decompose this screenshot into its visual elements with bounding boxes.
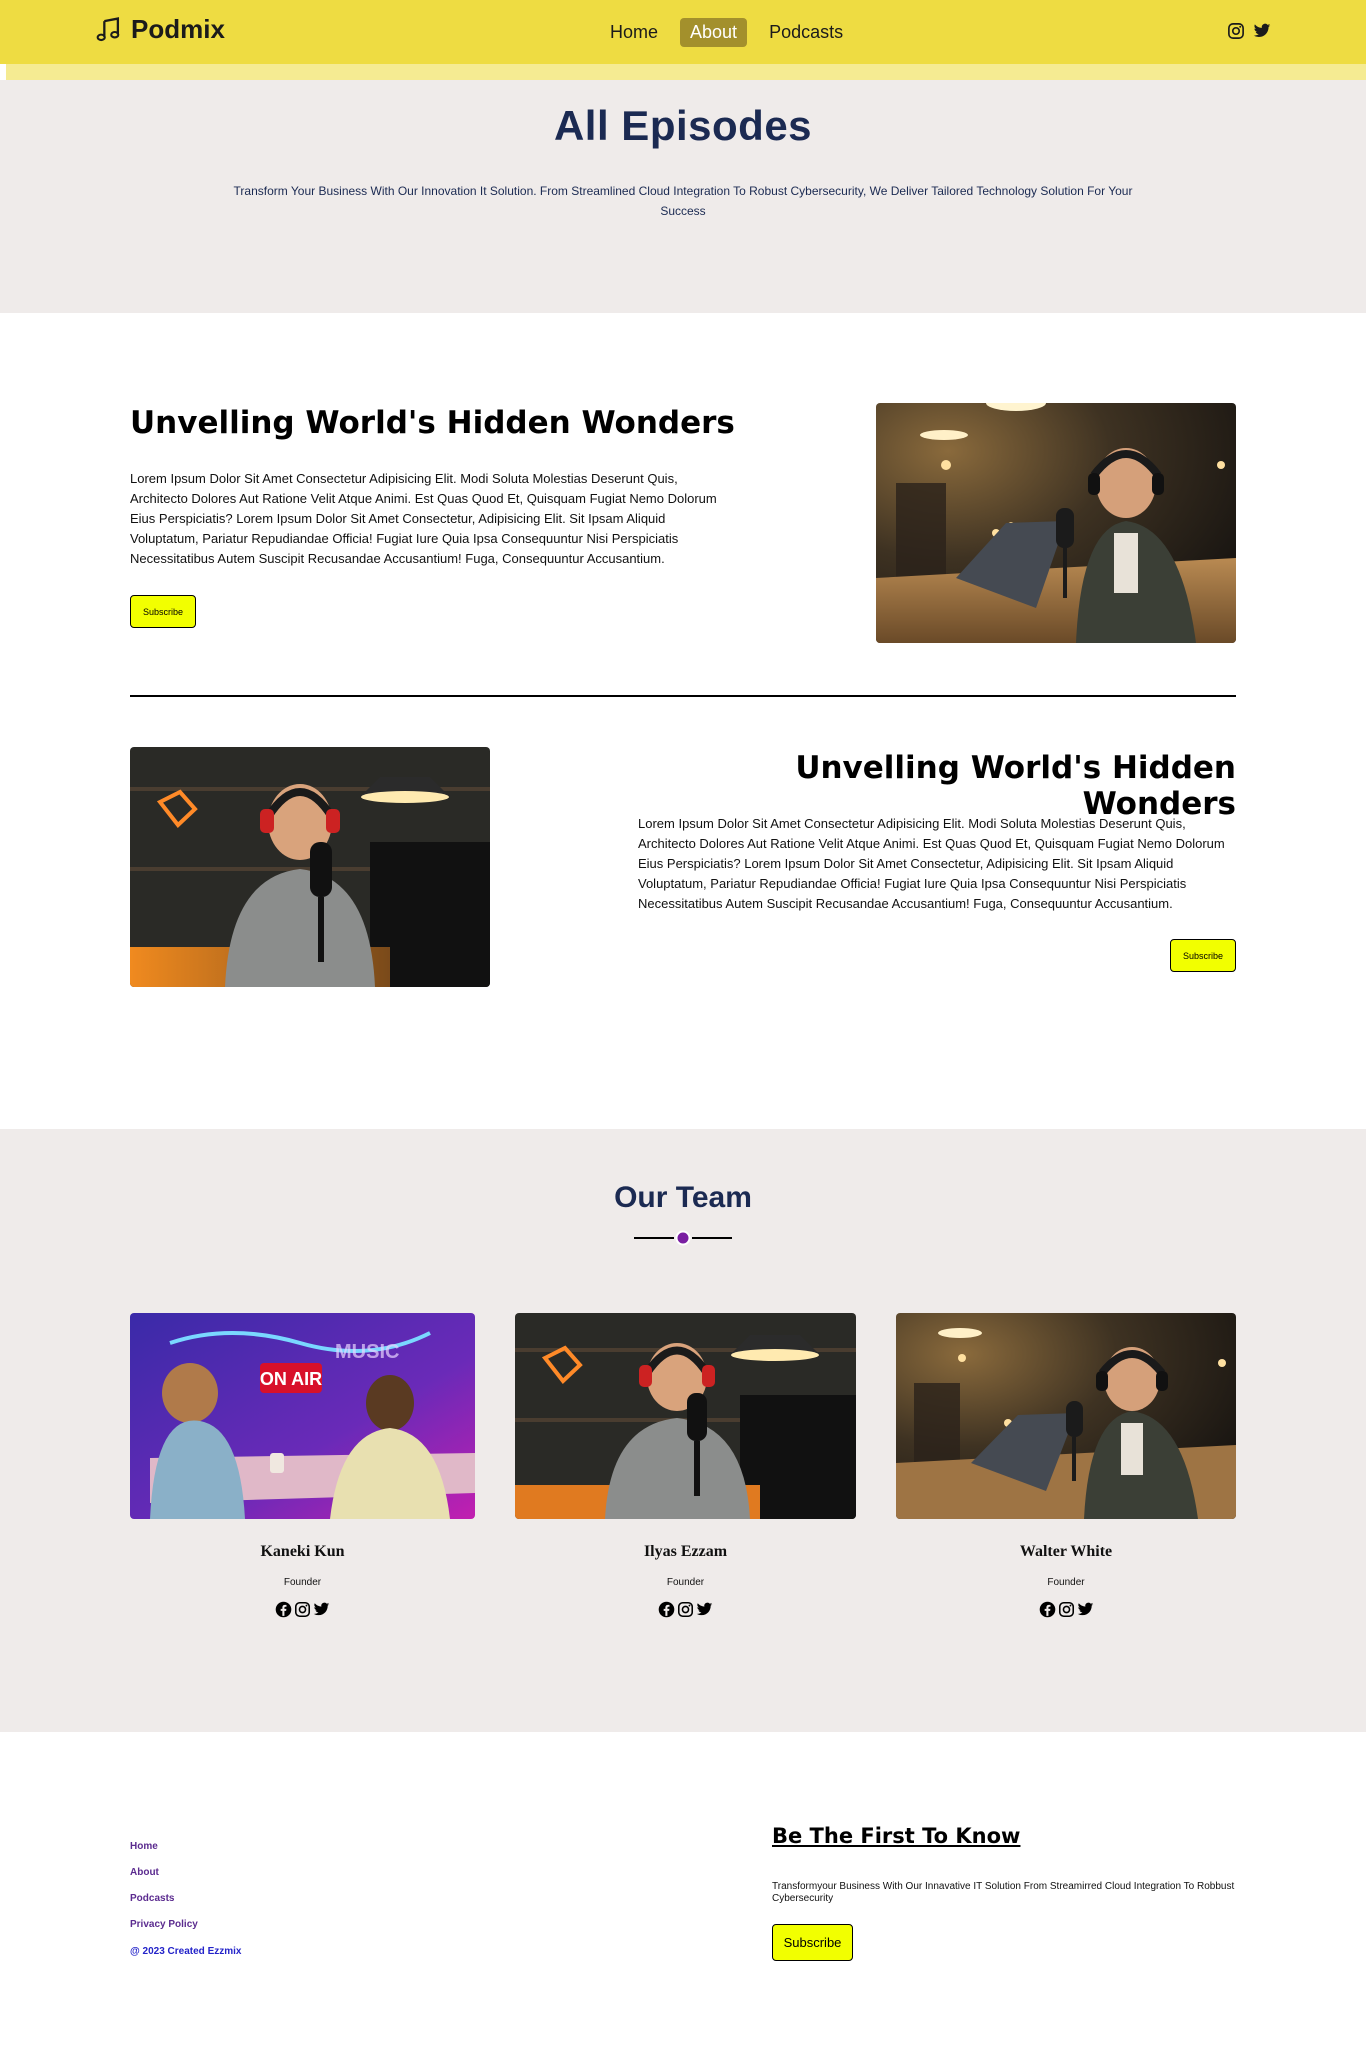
brand-name: Podmix bbox=[131, 14, 225, 44]
facebook-icon[interactable] bbox=[1039, 1601, 1056, 1618]
music-note-icon bbox=[96, 17, 120, 42]
team-member-3-role: Founder bbox=[1047, 1577, 1085, 1588]
hero-subtitle: Transform Your Business With Our Innovat… bbox=[233, 184, 1133, 218]
main-nav: Home About Podcasts bbox=[600, 18, 853, 47]
team-member-2-photo bbox=[515, 1313, 856, 1519]
twitter-icon[interactable] bbox=[1253, 22, 1271, 40]
team-section: Our Team ON AIR MUSIC Kaneki Kun Founder… bbox=[0, 1129, 1366, 1732]
footer-link-about[interactable]: About bbox=[130, 1867, 159, 1878]
brand-logo[interactable]: Podmix bbox=[96, 14, 225, 45]
episode-1-subscribe-button[interactable]: Subscribe bbox=[130, 595, 196, 628]
on-air-sign: ON AIR bbox=[260, 1369, 322, 1389]
newsletter-text: Transformyour Business With Our Innavati… bbox=[772, 1881, 1235, 1904]
episode-2-image bbox=[130, 747, 490, 987]
instagram-icon[interactable] bbox=[1058, 1601, 1075, 1618]
facebook-icon[interactable] bbox=[275, 1601, 292, 1618]
nav-podcasts-link[interactable]: Podcasts bbox=[759, 18, 853, 47]
episode-2-title: Unvelling World's Hidden Wonders bbox=[795, 750, 1236, 822]
episode-1-title: Unvelling World's Hidden Wonders bbox=[130, 405, 735, 441]
episode-divider bbox=[130, 695, 1236, 697]
team-member-3-social bbox=[896, 1601, 1236, 1618]
team-member-1-role: Founder bbox=[283, 1577, 322, 1588]
nav-home-link[interactable]: Home bbox=[600, 18, 668, 47]
footer-link-podcasts[interactable]: Podcasts bbox=[130, 1893, 174, 1904]
team-member-1-photo: ON AIR MUSIC bbox=[130, 1313, 475, 1519]
team-title: Our Team bbox=[614, 1181, 752, 1214]
team-member-3-name: Walter White bbox=[1019, 1543, 1113, 1560]
svg-text:MUSIC: MUSIC bbox=[335, 1341, 399, 1363]
footer-link-privacy-policy[interactable]: Privacy Policy bbox=[130, 1919, 198, 1930]
twitter-icon[interactable] bbox=[313, 1601, 330, 1618]
episode-2-subscribe-button[interactable]: Subscribe bbox=[1170, 939, 1236, 972]
nav-underline-strip bbox=[6, 64, 1366, 80]
nav-about-link[interactable]: About bbox=[680, 18, 748, 47]
instagram-icon[interactable] bbox=[294, 1601, 311, 1618]
twitter-icon[interactable] bbox=[696, 1601, 713, 1618]
header-social bbox=[1227, 22, 1271, 40]
team-member-1-name: Kaneki Kun bbox=[260, 1543, 345, 1560]
team-member-2-name: Ilyas Ezzam bbox=[643, 1543, 728, 1560]
navbar: Podmix Home About Podcasts bbox=[0, 0, 1366, 64]
episode-1-image bbox=[876, 403, 1236, 643]
episode-1-text: Lorem Ipsum Dolor Sit Amet Consectetur A… bbox=[130, 471, 717, 566]
newsletter-subscribe-button[interactable]: Subscribe bbox=[772, 1924, 853, 1961]
team-member-2-social bbox=[515, 1601, 856, 1618]
facebook-icon[interactable] bbox=[658, 1601, 675, 1618]
footer-copyright: @ 2023 Created Ezzmix bbox=[130, 1946, 242, 1957]
team-member-1-social bbox=[130, 1601, 475, 1618]
team-member-3-photo bbox=[896, 1313, 1236, 1519]
team-title-divider bbox=[634, 1230, 732, 1246]
footer-link-home[interactable]: Home bbox=[130, 1841, 158, 1852]
instagram-icon[interactable] bbox=[677, 1601, 694, 1618]
instagram-icon[interactable] bbox=[1227, 22, 1245, 40]
hero-section: All Episodes Transform Your Business Wit… bbox=[0, 80, 1366, 313]
page-title: All Episodes bbox=[553, 102, 813, 149]
episode-2-text: Lorem Ipsum Dolor Sit Amet Consectetur A… bbox=[638, 816, 1225, 911]
twitter-icon[interactable] bbox=[1077, 1601, 1094, 1618]
team-member-2-role: Founder bbox=[666, 1577, 705, 1588]
newsletter-title: Be The First To Know bbox=[772, 1824, 1021, 1848]
